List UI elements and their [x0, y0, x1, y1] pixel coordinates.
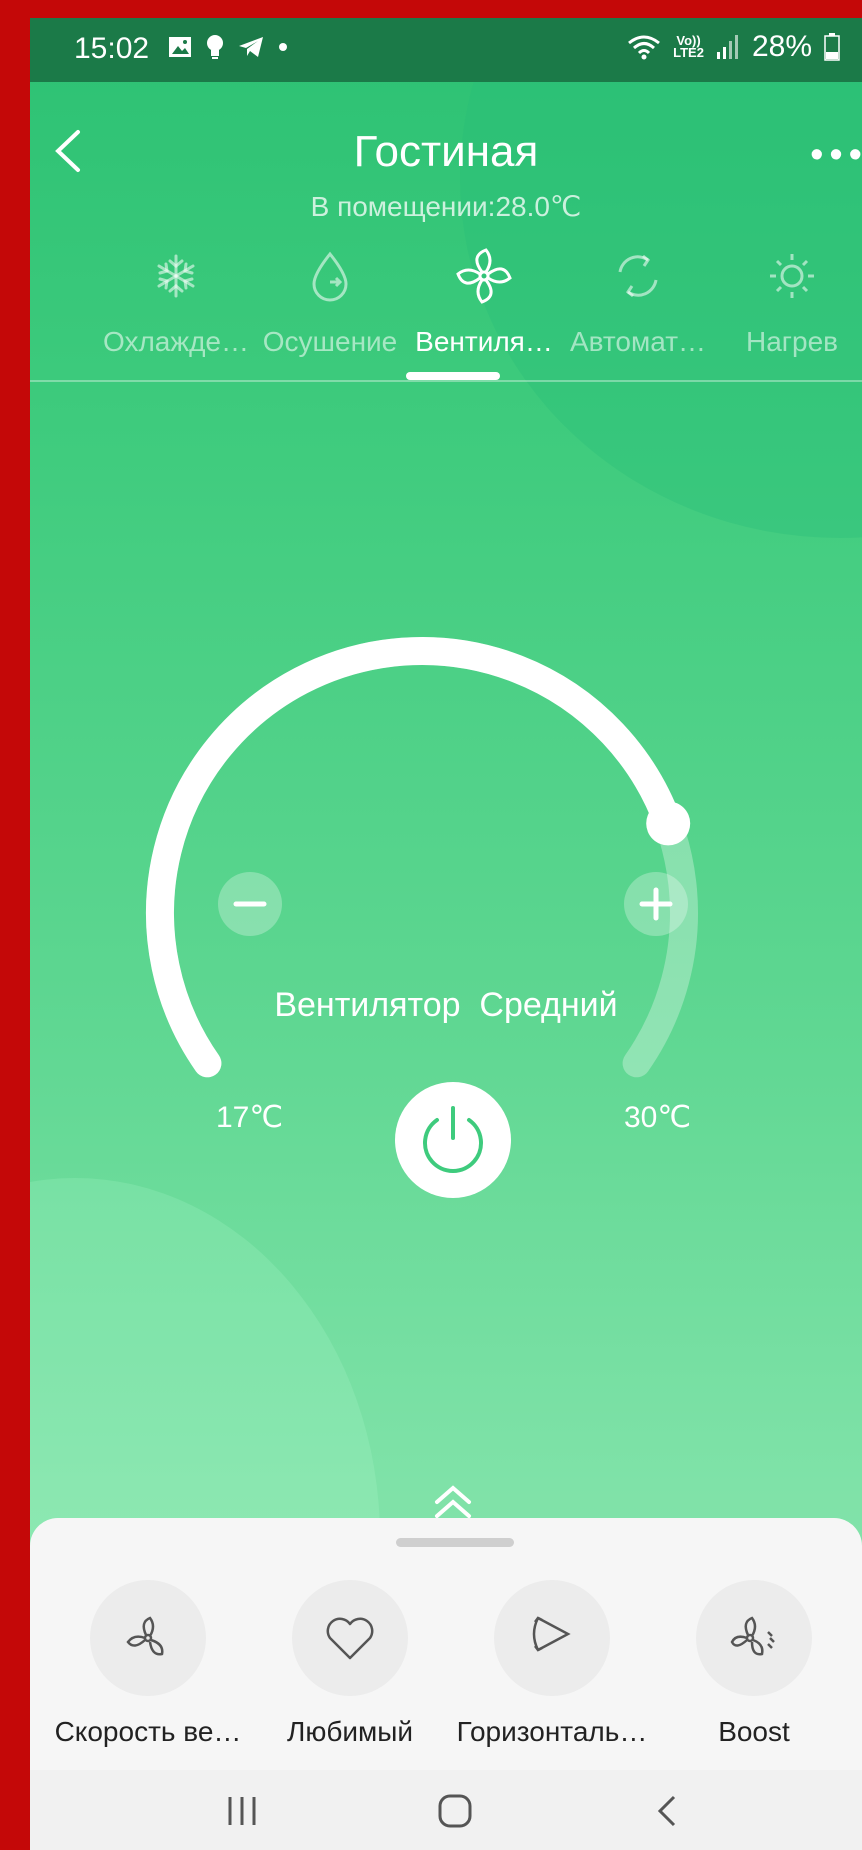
max-temp-label: 30℃ — [624, 1101, 692, 1134]
mode-tab-cooling[interactable]: Охлажде… — [100, 248, 252, 358]
dot-icon — [279, 43, 287, 51]
status-right: Vo)) LTE2 28% — [627, 30, 840, 64]
system-back-button[interactable] — [638, 1786, 698, 1836]
fan-label: Вентилятор — [274, 986, 461, 1024]
function-boost[interactable]: Boost — [654, 1580, 854, 1748]
mode-tabs: Охлажде… Осушение Вентиля… Автомат… Нагр… — [30, 248, 862, 388]
mode-tab-auto[interactable]: Автомат… — [562, 248, 714, 358]
function-favorite[interactable]: Любимый — [250, 1580, 450, 1748]
system-nav-bar — [30, 1770, 862, 1850]
bulb-icon — [207, 35, 223, 59]
mode-label-cooling: Охлажде… — [102, 326, 249, 357]
active-tab-indicator — [406, 372, 500, 380]
signal-icon — [716, 35, 738, 59]
function-label-fan-speed: Скорость ве… — [54, 1716, 242, 1747]
function-boost-circle[interactable] — [696, 1580, 812, 1696]
horizontal-swing-icon — [532, 1616, 571, 1652]
app-screen: 15:02 Vo)) LTE2 28% Гостиная ••• В помещ… — [30, 18, 862, 1850]
boost-icon — [730, 1616, 775, 1656]
power-button[interactable] — [395, 1082, 511, 1198]
recent-apps-button[interactable] — [212, 1786, 272, 1836]
minus-icon — [233, 901, 267, 907]
recent-apps-icon — [228, 1797, 256, 1825]
mode-tab-dry[interactable]: Осушение — [254, 248, 406, 358]
snowflake-icon — [157, 254, 195, 298]
function-fan-speed-circle[interactable] — [90, 1580, 206, 1696]
sun-icon — [770, 254, 814, 298]
min-temp-label: 17℃ — [216, 1101, 284, 1134]
fan-speed-value: Средний — [479, 986, 618, 1024]
header: Гостиная ••• — [30, 82, 862, 192]
indoor-temperature: В помещении:28.0℃ — [310, 191, 582, 222]
function-horizontal-swing-circle[interactable] — [494, 1580, 610, 1696]
telegram-icon — [239, 37, 263, 57]
plus-icon — [639, 887, 673, 921]
mode-tab-heat[interactable]: Нагрев — [716, 248, 862, 358]
wifi-icon — [628, 35, 661, 60]
mode-label-heat: Нагрев — [745, 326, 839, 357]
fan-speed-icon — [126, 1616, 164, 1656]
function-label-boost: Boost — [718, 1716, 790, 1747]
status-bar: 15:02 Vo)) LTE2 28% — [30, 18, 862, 82]
decrease-button[interactable] — [218, 872, 282, 936]
function-label-horizontal-swing: Горизонталь… — [456, 1716, 648, 1747]
mode-label-fan: Вентиля… — [415, 326, 553, 357]
power-icon — [423, 1106, 483, 1173]
function-horizontal-swing[interactable]: Горизонталь… — [452, 1580, 652, 1748]
sheet-handle[interactable] — [396, 1538, 514, 1547]
function-label-favorite: Любимый — [286, 1716, 414, 1747]
fan-icon — [456, 248, 512, 304]
mode-tab-fan[interactable]: Вентиля… — [408, 248, 560, 358]
mode-label-dry: Осушение — [262, 326, 398, 357]
battery-percent: 28% — [751, 30, 812, 63]
droplet-icon — [312, 251, 348, 302]
lte-label: LTE2 — [673, 45, 704, 60]
tabs-divider — [30, 380, 862, 382]
heart-icon — [326, 1617, 374, 1660]
notification-icons — [168, 34, 288, 60]
battery-icon — [824, 33, 840, 61]
home-icon — [438, 1794, 472, 1828]
page-title: Гостиная — [353, 127, 539, 176]
auto-cycle-icon — [618, 254, 658, 298]
home-button[interactable] — [425, 1786, 485, 1836]
function-fan-speed[interactable]: Скорость ве… — [48, 1580, 248, 1748]
dial-knob[interactable] — [646, 801, 691, 846]
mode-label-auto: Автомат… — [569, 326, 707, 357]
status-time: 15:02 — [74, 32, 150, 65]
system-back-icon — [657, 1795, 676, 1827]
fan-status: Вентилятор Средний — [30, 986, 862, 1025]
more-menu-button[interactable]: ••• — [810, 134, 862, 177]
increase-button[interactable] — [624, 872, 688, 936]
image-icon — [169, 37, 191, 57]
function-favorite-circle[interactable] — [292, 1580, 408, 1696]
network-type: Vo)) LTE2 — [673, 34, 704, 60]
